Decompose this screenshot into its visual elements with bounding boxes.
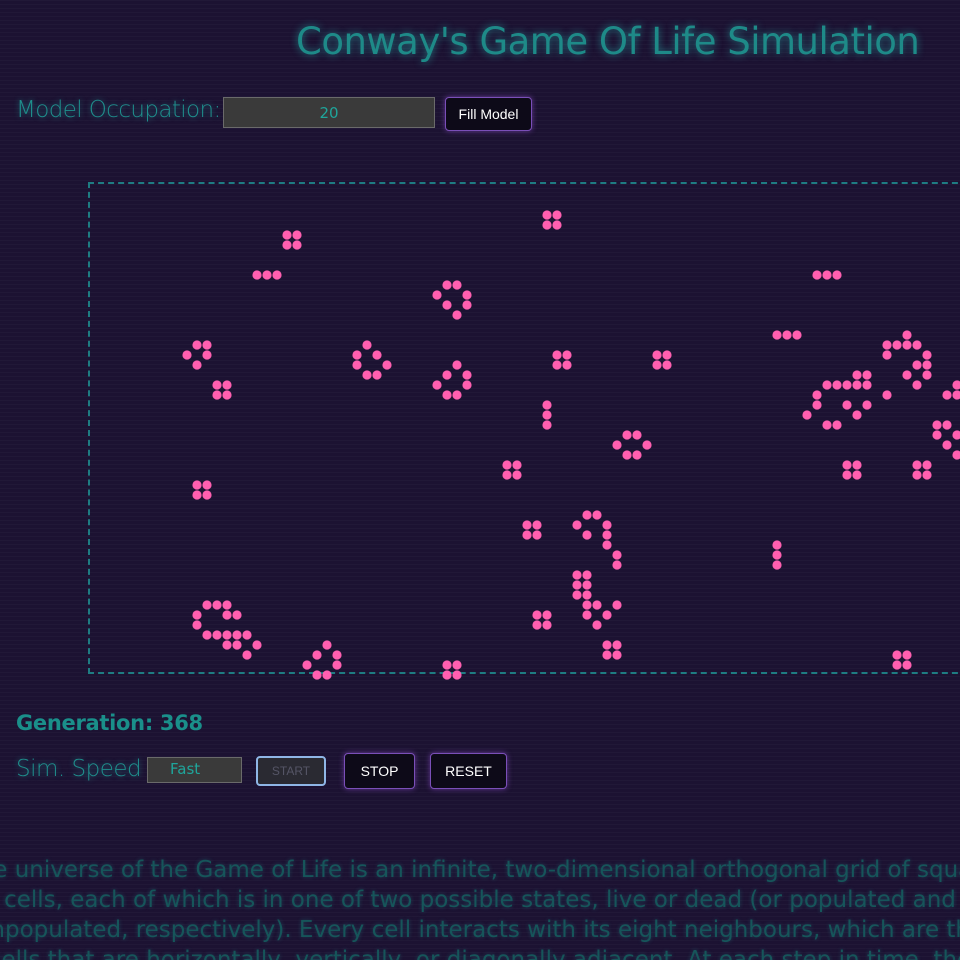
generation-counter: Generation: 368 (16, 711, 203, 735)
fill-model-button[interactable]: Fill Model (445, 97, 532, 131)
stop-button[interactable]: STOP (344, 753, 415, 789)
sim-speed-select[interactable]: Fast (147, 757, 242, 783)
page-title: Conway's Game Of Life Simulation (296, 20, 920, 63)
reset-button[interactable]: RESET (430, 753, 507, 789)
sim-speed-label: Sim. Speed (16, 756, 142, 782)
game-description: The universe of the Game of Life is an i… (0, 857, 960, 960)
simulation-grid[interactable] (88, 182, 960, 674)
start-button[interactable]: START (256, 756, 326, 786)
model-occupation-input[interactable] (223, 97, 435, 128)
model-occupation-label: Model Occupation: (16, 97, 221, 123)
